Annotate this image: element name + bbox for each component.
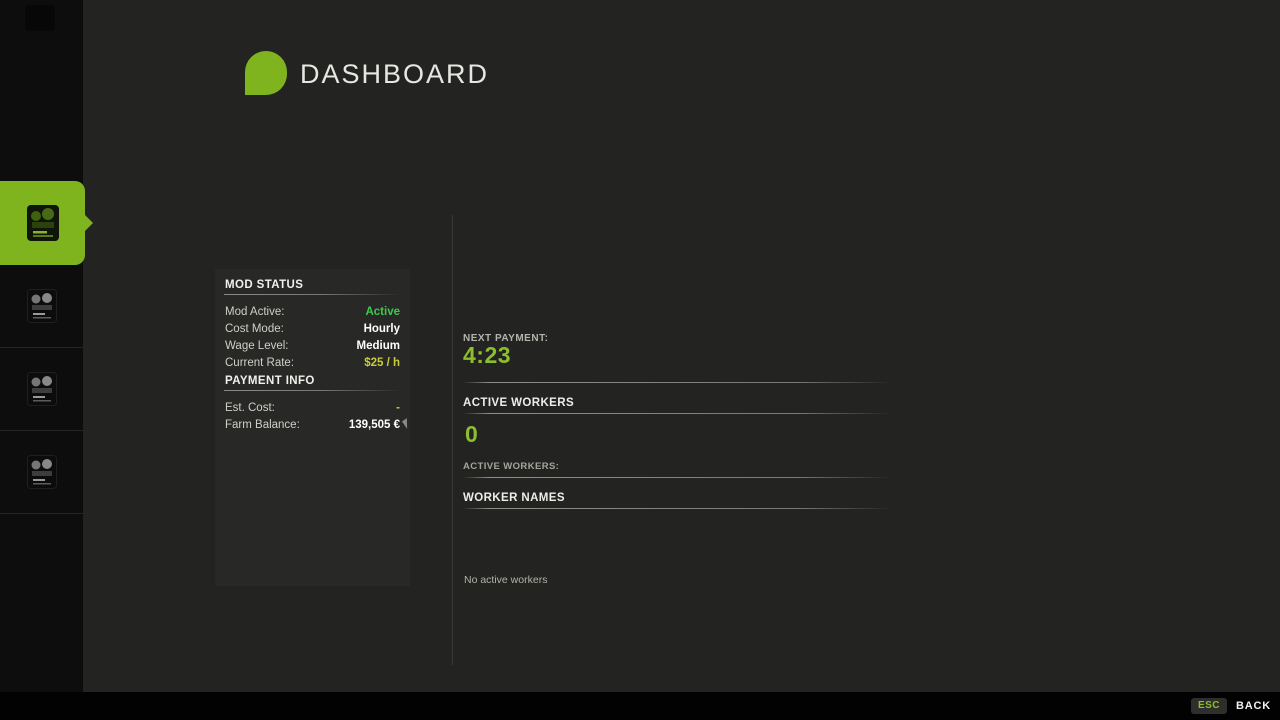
dashboard-logo-icon	[245, 51, 287, 95]
vertical-divider	[452, 215, 453, 665]
active-workers-count: 0	[465, 421, 478, 448]
row-current-rate: Current Rate: $25 / h	[223, 354, 402, 371]
sidebar-tab-dashboard[interactable]	[0, 181, 85, 265]
row-value: Hourly	[364, 323, 400, 335]
row-value: Medium	[357, 340, 400, 352]
esc-key-badge[interactable]: ESC	[1191, 698, 1227, 714]
divider-line	[463, 508, 892, 509]
dashboard-mod-icon	[26, 204, 60, 242]
row-label: Wage Level:	[225, 340, 289, 352]
row-cost-mode: Cost Mode: Hourly	[223, 320, 402, 337]
row-value: $25 / h	[364, 357, 400, 369]
mod-icon	[27, 289, 57, 323]
mod-status-title: MOD STATUS	[223, 275, 402, 294]
next-payment-value: 4:23	[463, 342, 511, 369]
row-farm-balance: Farm Balance: 139,505 €	[223, 416, 402, 433]
payment-info-title: PAYMENT INFO	[223, 371, 402, 390]
row-label: Mod Active:	[225, 306, 284, 318]
section-underline	[224, 390, 401, 391]
sidebar-tab-3[interactable]	[0, 348, 83, 431]
section-underline	[224, 294, 401, 295]
dashboard-screen: DASHBOARD MOD STATUS Mod Active: Active …	[0, 0, 1280, 720]
divider-line	[463, 477, 892, 478]
mod-icon	[27, 455, 57, 489]
back-button[interactable]: BACK	[1236, 700, 1271, 712]
divider-line	[463, 413, 892, 414]
info-panel: MOD STATUS Mod Active: Active Cost Mode:…	[215, 269, 410, 586]
active-workers-sublabel: ACTIVE WORKERS:	[463, 461, 559, 472]
page-title: DASHBOARD	[300, 59, 489, 90]
row-est-cost: Est. Cost: -	[223, 399, 402, 416]
active-workers-header: ACTIVE WORKERS	[463, 397, 574, 409]
row-value: Active	[365, 306, 400, 318]
empty-workers-message: No active workers	[464, 574, 547, 586]
row-label: Est. Cost:	[225, 402, 275, 414]
sidebar-tab-2[interactable]	[0, 265, 83, 348]
mod-icon	[27, 372, 57, 406]
sidebar-tab-4[interactable]	[0, 431, 83, 514]
row-label: Current Rate:	[225, 357, 294, 369]
bottom-bar: ESC BACK	[0, 692, 1280, 720]
app-icon-slot	[25, 5, 55, 31]
row-value: 139,505 €	[349, 419, 400, 431]
divider-line	[463, 382, 892, 383]
row-value: -	[396, 402, 400, 414]
row-label: Cost Mode:	[225, 323, 284, 335]
worker-names-header: WORKER NAMES	[463, 492, 565, 504]
row-mod-active: Mod Active: Active	[223, 303, 402, 320]
row-label: Farm Balance:	[225, 419, 300, 431]
row-wage-level: Wage Level: Medium	[223, 337, 402, 354]
